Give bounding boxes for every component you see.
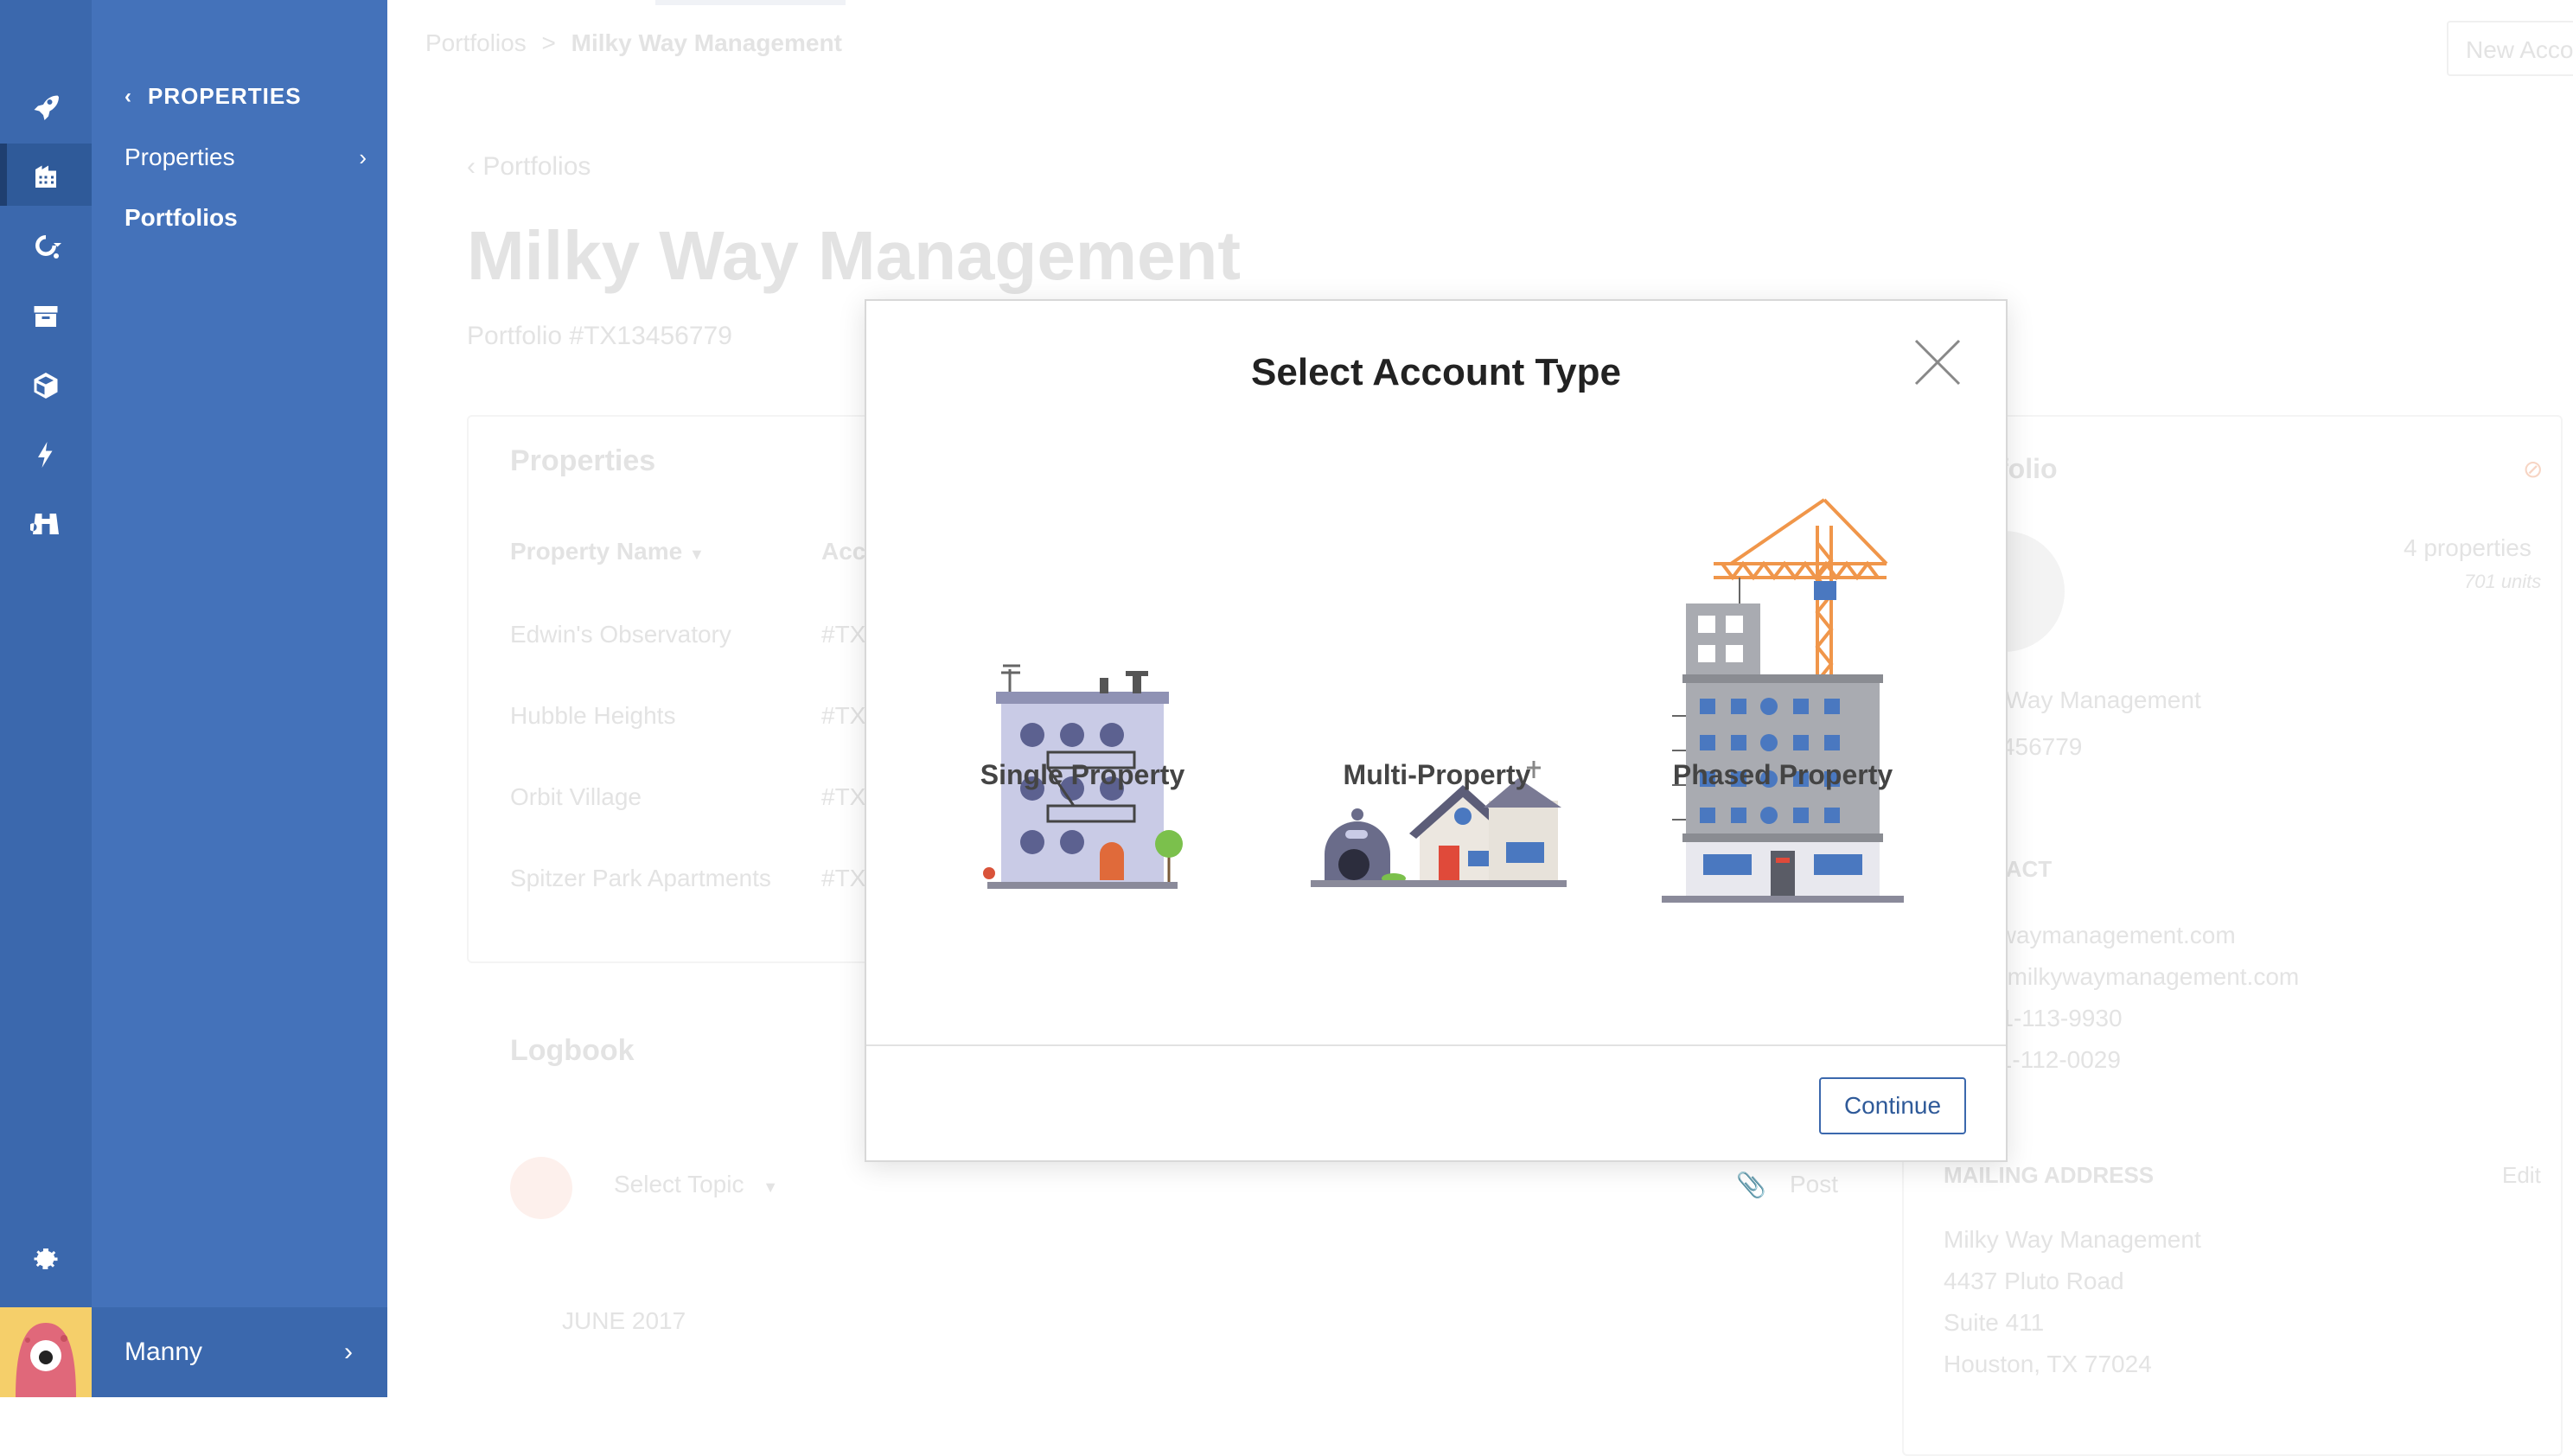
prohibited-icon[interactable]: ⊘ (2523, 455, 2543, 483)
archive-icon[interactable] (0, 285, 92, 348)
refresh-icon[interactable] (0, 214, 92, 277)
cube-icon[interactable] (0, 354, 92, 417)
breadcrumb-current: Milky Way Management (571, 29, 842, 56)
chevron-right-icon: › (359, 144, 367, 170)
row-account: #TX (821, 865, 866, 891)
option-multi-property[interactable]: Multi-Property (1299, 457, 1575, 1312)
row-account: #TX (821, 783, 866, 810)
select-account-type-modal: Select Account Type Single Property Mult… (865, 299, 2008, 1162)
binoculars-icon[interactable] (0, 493, 92, 555)
address-line: 4437 Pluto Road (1944, 1268, 2124, 1294)
user-avatar (510, 1157, 572, 1219)
table-row[interactable]: Spitzer Park Apartments (510, 865, 771, 892)
column-header-property-name[interactable]: Property Name ▼ (510, 538, 705, 565)
logbook-heading: Logbook (510, 1034, 635, 1067)
nav-back-link[interactable]: ‹ PROPERTIES (124, 83, 302, 110)
row-name: Edwin's Observatory (510, 621, 731, 648)
nav-item-properties[interactable]: Properties › (124, 144, 367, 171)
nav-item-label: Portfolios (124, 204, 238, 231)
gear-icon[interactable] (0, 1228, 92, 1290)
back-link-label: Portfolios (482, 152, 591, 181)
option-label: Single Property (980, 759, 1185, 790)
page-title: Milky Way Management (467, 217, 1242, 294)
modal-title: Select Account Type (1251, 351, 1621, 393)
nav-back-label: PROPERTIES (148, 83, 302, 109)
chevron-right-icon: › (344, 1338, 353, 1366)
row-name: Orbit Village (510, 783, 642, 810)
properties-heading: Properties (510, 444, 656, 477)
table-row[interactable]: Orbit Village (510, 783, 642, 811)
caret-down-icon: ▼ (688, 546, 705, 563)
new-account-button[interactable]: New Acco (2447, 21, 2573, 76)
back-link[interactable]: ‹ Portfolios (467, 152, 591, 182)
address-line: Suite 411 (1944, 1309, 2045, 1336)
monster-avatar-icon (16, 1323, 76, 1397)
row-account: #TX (821, 621, 866, 648)
buildings-icon[interactable] (0, 144, 92, 206)
row-name: Spitzer Park Apartments (510, 865, 771, 891)
address-line: Houston, TX 77024 (1944, 1351, 2152, 1377)
user-menu[interactable]: Manny › (92, 1307, 387, 1397)
breadcrumb-separator: > (541, 29, 556, 56)
user-name: Manny (124, 1338, 203, 1366)
top-tab-indicator (655, 0, 846, 5)
option-label: Phased Property (1672, 759, 1893, 790)
nav-item-label: Properties (124, 144, 235, 170)
month-label: JUNE 2017 (562, 1307, 686, 1334)
option-phased-property[interactable]: Phased Property (1644, 457, 1921, 1312)
construction-crane-illustration (1662, 498, 1904, 903)
rocket-icon[interactable] (0, 76, 92, 138)
select-topic-label: Select Topic (614, 1171, 744, 1197)
row-account: #TX (821, 702, 866, 729)
row-name: Hubble Heights (510, 702, 676, 729)
icon-rail (0, 0, 92, 1397)
chevron-left-icon: ‹ (124, 84, 132, 108)
nav-item-portfolios[interactable]: Portfolios (124, 204, 367, 232)
nav-panel: ‹ PROPERTIES Properties › Portfolios (92, 0, 387, 1397)
table-row[interactable]: Hubble Heights (510, 702, 675, 730)
close-icon[interactable] (1912, 337, 1963, 387)
table-row[interactable]: Edwin's Observatory (510, 621, 731, 648)
lightning-icon[interactable] (0, 424, 92, 486)
mailing-heading: MAILING ADDRESS (1944, 1162, 2155, 1188)
address-line: Milky Way Management (1944, 1226, 2201, 1253)
breadcrumb: Portfolios > Milky Way Management (425, 29, 842, 57)
properties-count: 4 properties (2404, 534, 2532, 561)
avatar[interactable] (0, 1307, 92, 1397)
option-single-property[interactable]: Single Property (953, 457, 1212, 1312)
new-account-label: New Acco (2466, 36, 2573, 63)
option-label: Multi-Property (1343, 759, 1531, 790)
breadcrumb-parent[interactable]: Portfolios (425, 29, 527, 56)
select-topic-dropdown[interactable]: Select Topic ▼ (614, 1171, 778, 1198)
units-count: 701 units (2464, 571, 2542, 592)
page-subtitle: Portfolio #TX13456779 (467, 322, 732, 350)
continue-button[interactable]: Continue (1819, 1077, 1966, 1134)
edit-link[interactable]: Edit (2502, 1162, 2541, 1189)
caret-down-icon: ▼ (763, 1178, 779, 1196)
modal-footer-divider (866, 1044, 2006, 1046)
chevron-left-icon: ‹ (467, 152, 476, 181)
column-header-label: Property Name (510, 538, 683, 565)
